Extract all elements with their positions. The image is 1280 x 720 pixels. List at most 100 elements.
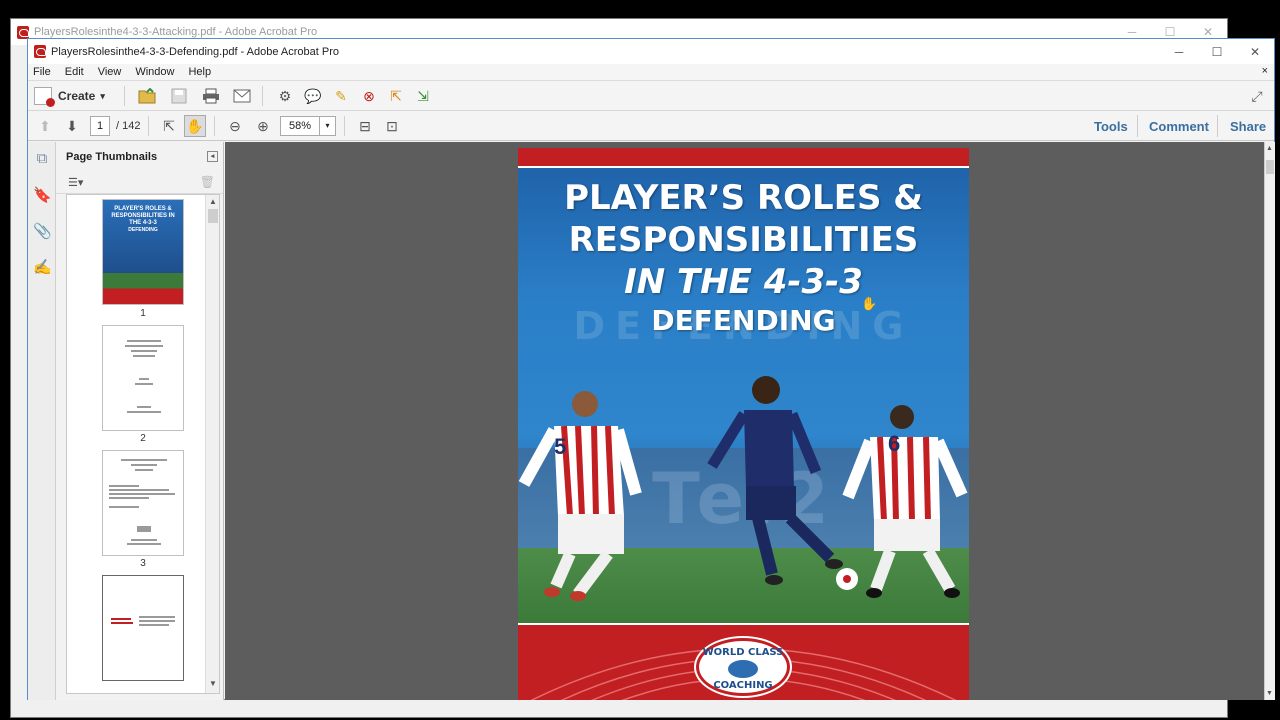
export-icon[interactable]: ⇱ bbox=[385, 85, 407, 107]
menu-file[interactable]: File bbox=[33, 66, 51, 78]
open-folder-icon[interactable] bbox=[136, 85, 158, 107]
player-right-number: 6 bbox=[888, 431, 901, 456]
page-thumbnails-panel: Page Thumbnails ◂ ☰▾ 🗑 PLAYER'S ROLES & … bbox=[56, 142, 224, 700]
comment-link[interactable]: Comment bbox=[1149, 119, 1209, 134]
zoom-in-icon[interactable]: ⊕ bbox=[252, 115, 274, 137]
select-cursor-icon[interactable]: ⇱ bbox=[158, 115, 180, 137]
fit-page-icon[interactable]: ⊟ bbox=[354, 115, 376, 137]
menu-help[interactable]: Help bbox=[188, 66, 211, 78]
extract-icon[interactable]: ⇲ bbox=[412, 85, 434, 107]
left-navigation-pane: ⧉ 🔖 📎 ✍ bbox=[28, 142, 56, 700]
cover-title-line3: IN THE 4-3-3 bbox=[624, 262, 863, 302]
navigation-toolbar: ⬆ ⬇ 1 / 142 ⇱ ✋ ⊖ ⊕ 58% ▾ ⊟ ⊡ Tools Comm… bbox=[28, 111, 1274, 141]
create-button[interactable]: Create ▾ bbox=[34, 85, 105, 107]
logo-top-text: WORLD CLASS bbox=[702, 647, 784, 658]
signature-icon[interactable]: ✍ bbox=[33, 258, 52, 278]
thumbnails-title: Page Thumbnails bbox=[66, 151, 158, 163]
minimize-button[interactable]: ─ bbox=[1160, 39, 1198, 65]
thumbnail-scrollbar[interactable]: ▲ ▼ bbox=[205, 195, 219, 693]
pdf-cover-page: PLAYER’S ROLES & RESPONSIBILITIES IN THE… bbox=[518, 148, 969, 700]
cover-title-line1: PLAYER’S ROLES & bbox=[564, 178, 923, 218]
next-page-icon[interactable]: ⬇ bbox=[61, 115, 83, 137]
logo-bottom-text: COACHING bbox=[713, 680, 773, 691]
thumbnail-cover-subtitle: DEFENDING bbox=[128, 227, 158, 233]
email-icon[interactable] bbox=[231, 85, 253, 107]
maximize-button[interactable]: ☐ bbox=[1198, 39, 1236, 65]
player-center-image bbox=[707, 376, 843, 585]
page-count: / 142 bbox=[116, 120, 141, 132]
create-pdf-icon bbox=[34, 87, 55, 107]
collapse-panel-icon[interactable]: ◂ bbox=[207, 151, 218, 162]
menu-view[interactable]: View bbox=[98, 66, 122, 78]
title-bar[interactable]: PlayersRolesinthe4-3-3-Defending.pdf - A… bbox=[28, 39, 1274, 64]
zoom-level-select[interactable]: 58% ▾ bbox=[280, 116, 336, 136]
cover-subtitle: DEFENDING bbox=[651, 304, 836, 337]
thumbnail-number: 1 bbox=[140, 308, 146, 319]
pdf-icon bbox=[34, 45, 46, 58]
scroll-up-icon[interactable]: ▲ bbox=[206, 197, 219, 209]
toolbar-divider bbox=[148, 116, 149, 136]
menu-window[interactable]: Window bbox=[135, 66, 174, 78]
previous-page-icon[interactable]: ⬆ bbox=[34, 115, 56, 137]
thumbnail-cover-title: PLAYER'S ROLES & RESPONSIBILITIES IN THE… bbox=[111, 206, 175, 226]
toolbar-divider bbox=[214, 116, 215, 136]
window-title: PlayersRolesinthe4-3-3-Defending.pdf - A… bbox=[51, 45, 340, 58]
fit-width-icon[interactable]: ⊡ bbox=[381, 115, 403, 137]
world-class-coaching-logo: WORLD CLASS COACHING bbox=[696, 638, 790, 696]
trash-icon[interactable]: 🗑 bbox=[200, 175, 215, 189]
hand-tool-icon[interactable]: ✋ bbox=[184, 115, 206, 137]
bookmark-icon[interactable]: 🔖 bbox=[33, 186, 52, 206]
thumbnail-page-4[interactable] bbox=[102, 575, 184, 681]
attachment-icon[interactable]: 📎 bbox=[33, 222, 52, 242]
thumbnails-header: Page Thumbnails ◂ bbox=[56, 142, 223, 172]
scrollbar-thumb[interactable] bbox=[208, 209, 218, 223]
globe-icon bbox=[728, 660, 758, 678]
cover-title-line2: RESPONSIBILITIES bbox=[568, 220, 919, 260]
expand-icon[interactable]: ⤢ bbox=[1246, 85, 1268, 107]
close-button[interactable]: ✕ bbox=[1236, 39, 1274, 65]
main-toolbar: Create ▾ ⚙ 💬 ✎ ⊗ ⇱ ⇲ ⤢ bbox=[28, 81, 1274, 111]
toolbar-divider bbox=[124, 86, 125, 106]
page-number-input[interactable]: 1 bbox=[90, 116, 110, 136]
tools-link[interactable]: Tools bbox=[1094, 119, 1128, 134]
thumbnail-page-2[interactable] bbox=[102, 325, 184, 431]
highlight-icon[interactable]: ✎ bbox=[330, 85, 352, 107]
acrobat-window: PlayersRolesinthe4-3-3-Defending.pdf - A… bbox=[27, 38, 1275, 700]
document-view[interactable]: PLAYER’S ROLES & RESPONSIBILITIES IN THE… bbox=[225, 142, 1264, 700]
share-link[interactable]: Share bbox=[1230, 119, 1266, 134]
background-window-title: PlayersRolesinthe4-3-3-Attacking.pdf - A… bbox=[34, 26, 318, 38]
menu-edit[interactable]: Edit bbox=[65, 66, 84, 78]
player-left-number: 5 bbox=[554, 434, 567, 459]
pdf-icon bbox=[17, 25, 29, 39]
close-document-button[interactable]: × bbox=[1262, 65, 1268, 77]
scroll-down-icon[interactable]: ▼ bbox=[1266, 690, 1273, 697]
hand-cursor-icon: ✋ bbox=[861, 296, 878, 311]
settings-gear-icon[interactable]: ⚙ bbox=[274, 85, 296, 107]
scroll-up-icon[interactable]: ▲ bbox=[1266, 145, 1273, 152]
scroll-down-icon[interactable]: ▼ bbox=[206, 679, 219, 691]
toolbar-divider bbox=[262, 86, 263, 106]
comment-bubble-icon[interactable]: 💬 bbox=[302, 85, 324, 107]
toolbar-divider bbox=[344, 116, 345, 136]
chevron-down-icon[interactable]: ▾ bbox=[319, 117, 335, 135]
player-left-image bbox=[518, 391, 642, 601]
document-scrollbar[interactable]: ▲ ▼ bbox=[1264, 142, 1275, 700]
thumbnail-options-row: ☰▾ 🗑 bbox=[56, 172, 223, 194]
options-menu-icon[interactable]: ☰▾ bbox=[68, 176, 83, 189]
thumbnail-page-1[interactable]: PLAYER'S ROLES & RESPONSIBILITIES IN THE… bbox=[102, 199, 184, 305]
thumbnail-number: 2 bbox=[140, 433, 146, 444]
create-label: Create bbox=[58, 89, 96, 103]
chevron-down-icon: ▾ bbox=[100, 90, 105, 101]
scrollbar-thumb[interactable] bbox=[1266, 160, 1274, 174]
page-thumbnails-icon[interactable]: ⧉ bbox=[33, 150, 51, 170]
save-icon[interactable] bbox=[168, 85, 190, 107]
cover-top-band bbox=[518, 148, 969, 168]
player-right-image bbox=[842, 405, 968, 598]
zoom-value: 58% bbox=[289, 120, 312, 132]
print-icon[interactable] bbox=[200, 85, 222, 107]
thumbnail-list[interactable]: PLAYER'S ROLES & RESPONSIBILITIES IN THE… bbox=[66, 194, 220, 694]
zoom-out-icon[interactable]: ⊖ bbox=[224, 115, 246, 137]
thumbnail-page-3[interactable] bbox=[102, 450, 184, 556]
delete-page-icon[interactable]: ⊗ bbox=[358, 85, 380, 107]
thumbnail-number: 3 bbox=[140, 558, 146, 569]
